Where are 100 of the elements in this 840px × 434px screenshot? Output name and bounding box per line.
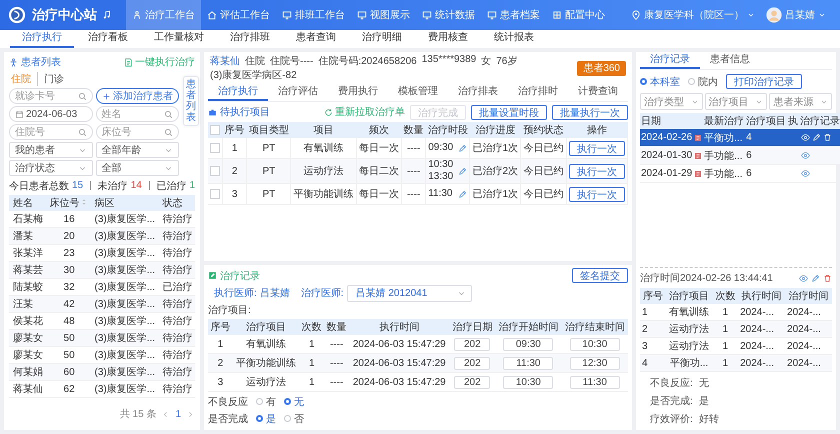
refetch-link[interactable]: 重新拉取治疗单 (324, 105, 405, 119)
select-all-checkbox[interactable] (210, 124, 220, 135)
end-time-input[interactable]: 10:30 (570, 338, 620, 350)
treatment-tab[interactable]: 计费查询 (568, 84, 628, 101)
history-tab[interactable]: 患者信息 (700, 52, 760, 69)
search-field[interactable]: 床位号 (96, 124, 179, 140)
page-tab[interactable]: 患者查询 (284, 30, 348, 48)
table-cell: 62 (46, 380, 90, 398)
dropdown[interactable]: 全部 (96, 160, 179, 176)
page-tab[interactable]: 治疗看板 (76, 30, 140, 48)
edit-icon[interactable] (458, 144, 468, 152)
field-label: 治疗医师: (300, 286, 344, 300)
treatment-tab[interactable]: 治疗排表 (448, 84, 508, 101)
page-tab[interactable]: 治疗排班 (218, 30, 282, 48)
column-header: 操作 (566, 122, 628, 138)
delete-icon[interactable] (823, 274, 832, 282)
end-time-input[interactable]: 11:30 (570, 376, 620, 388)
print-button[interactable]: 打印治疗记录 (726, 74, 802, 89)
page-tab[interactable]: 费用核查 (416, 30, 480, 48)
tag-icon (694, 170, 702, 178)
nav-tab[interactable]: 患者档案 (481, 0, 546, 30)
note-icon (208, 271, 217, 280)
search-field[interactable]: 姓名 (96, 106, 179, 122)
page-tab[interactable]: 工作量核对 (142, 30, 216, 48)
start-time-input[interactable]: 11:30 (503, 356, 554, 370)
history-tab[interactable]: 治疗记录 (640, 52, 700, 69)
history-row[interactable]: 2024-01-29 手功能... 6 (640, 164, 840, 182)
history-row[interactable]: 2024-01-30 手功能... 6 (640, 146, 840, 164)
date-input[interactable]: 202 (454, 338, 490, 350)
toolbar-button[interactable]: 批量执行一次 (552, 104, 628, 120)
doctor-dropdown[interactable]: 吕某婧 2012041 (346, 284, 472, 302)
date-input[interactable]: 202 (454, 356, 490, 370)
department-selector[interactable]: 康复医学科（院区一） (644, 8, 744, 22)
eye-icon[interactable] (801, 150, 810, 160)
field-label: 不良反应: (650, 376, 693, 390)
page-tab[interactable]: 治疗执行 (10, 30, 74, 48)
row-checkbox[interactable] (210, 142, 220, 153)
nav-tab[interactable]: 评估工作台 (201, 0, 276, 30)
date-field[interactable]: 2024-06-03 (9, 106, 92, 122)
row-checkbox[interactable] (210, 166, 220, 176)
search-field[interactable]: 就诊卡号 (9, 88, 92, 104)
radio-option[interactable]: 无 (284, 394, 304, 408)
eye-icon[interactable] (799, 274, 808, 282)
filter-dropdown[interactable]: 治疗类型 (640, 93, 703, 110)
radio-option[interactable]: 是 (256, 412, 276, 426)
nav-tab[interactable]: 配置中心 (546, 0, 611, 30)
execute-once-button[interactable]: 执行一次 (568, 140, 625, 156)
nav-tab[interactable]: 治疗工作台 (126, 0, 201, 30)
search-icon (78, 92, 86, 100)
row-checkbox[interactable] (210, 188, 220, 199)
radio-option[interactable]: 否 (284, 412, 304, 426)
admission-tab[interactable]: 门诊 (37, 72, 70, 86)
execute-all-link[interactable]: 一键执行治疗 (124, 55, 195, 69)
treatment-tab[interactable]: 治疗评估 (268, 84, 328, 101)
eye-icon[interactable] (801, 168, 810, 178)
start-time-input[interactable]: 09:30 (503, 338, 554, 350)
add-patient-button[interactable]: 添加治疗患者 (96, 88, 179, 104)
end-time-input[interactable]: 12:30 (570, 356, 620, 370)
time-slot: 13:30 (428, 171, 454, 183)
treatment-tab[interactable]: 治疗排时 (508, 84, 568, 101)
patient-360-button[interactable]: 患者360 (577, 60, 626, 76)
page-tab[interactable]: 治疗明细 (350, 30, 414, 48)
radio-option[interactable]: 本科室 (640, 74, 680, 88)
page-tab[interactable]: 统计报表 (482, 30, 546, 48)
section-title: 待执行项目 (220, 106, 270, 119)
patient-list-side-tab[interactable]: 患者列表 (183, 76, 199, 126)
execute-once-button[interactable]: 执行一次 (568, 186, 625, 202)
sign-submit-button[interactable]: 签名提交 (572, 268, 628, 283)
user-name[interactable]: 吕某婧 (785, 8, 815, 22)
toolbar-button[interactable]: 批量设置时段 (471, 104, 547, 120)
column-header: 治疗结束时间 (562, 319, 628, 335)
start-time-input[interactable]: 10:30 (503, 376, 554, 388)
nav-tab[interactable]: 视图展示 (351, 0, 416, 30)
nav-tab[interactable]: 统计数据 (416, 0, 481, 30)
table-cell: (3)康复医学... (90, 330, 158, 346)
treatment-tab[interactable]: 模板管理 (388, 84, 448, 101)
avatar (766, 7, 782, 23)
table-cell: PT (246, 184, 291, 204)
page-number[interactable]: 1 (175, 408, 181, 420)
stat-count: 15 (72, 180, 84, 191)
search-field[interactable]: 住院号 (9, 124, 92, 140)
treatment-tab[interactable]: 费用执行 (328, 84, 388, 101)
edit-icon[interactable] (458, 166, 468, 176)
admission-tab[interactable]: 住院 (9, 72, 37, 86)
table-cell: 运动疗法 (666, 320, 713, 338)
dropdown[interactable]: 治疗状态 (9, 160, 92, 176)
column-header: 治疗项目 (232, 319, 300, 335)
nav-tab[interactable]: 排班工作台 (276, 0, 351, 30)
date-input[interactable]: 202 (454, 376, 490, 388)
dropdown[interactable]: 全部年龄 (96, 142, 179, 158)
filter-dropdown[interactable]: 患者来源 (769, 93, 832, 110)
edit-icon[interactable] (811, 274, 820, 282)
filter-dropdown[interactable]: 治疗项目 (704, 93, 768, 110)
edit-icon[interactable] (458, 190, 468, 198)
dropdown[interactable]: 我的患者 (9, 142, 92, 158)
radio-option[interactable]: 有 (256, 394, 276, 408)
radio-option[interactable]: 院内 (688, 74, 718, 88)
execute-once-button[interactable]: 执行一次 (568, 164, 625, 178)
treatment-tab[interactable]: 治疗执行 (208, 84, 268, 101)
total-count: 共 15 条 (120, 408, 156, 421)
